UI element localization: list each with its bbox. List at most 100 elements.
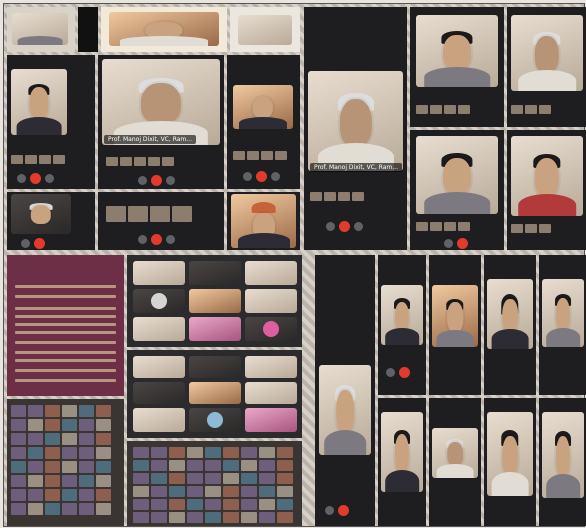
participant-shoulders: [385, 469, 419, 492]
video-tile: [233, 85, 293, 129]
participant-grid: [133, 447, 293, 523]
video-tile: [542, 412, 584, 498]
mini-tile: [444, 105, 456, 114]
mini-tile: [511, 224, 523, 233]
meet-screen-g: [410, 7, 504, 127]
mini-tile: [416, 222, 428, 231]
participant-face: [30, 205, 52, 225]
end-call-button[interactable]: [151, 234, 162, 245]
participant-face: [394, 301, 410, 331]
mic-button[interactable]: [444, 239, 453, 248]
end-call-button[interactable]: [457, 238, 468, 249]
participant-face: [339, 99, 372, 147]
mini-tile: [106, 157, 118, 166]
participant-face: [447, 442, 463, 466]
screen-top-3: [101, 7, 227, 52]
mic-button[interactable]: [386, 368, 395, 377]
mic-button[interactable]: [325, 506, 334, 515]
participant-strip: [511, 105, 551, 114]
mini-tile: [458, 222, 470, 231]
participant-face: [336, 390, 354, 434]
participant-face: [447, 302, 463, 333]
end-call-button[interactable]: [339, 221, 350, 232]
video-tile: [133, 289, 185, 313]
banner-text-line: [15, 315, 116, 318]
participant-face: [140, 83, 182, 125]
video-tile: [416, 15, 498, 87]
end-call-button[interactable]: [34, 238, 45, 249]
camera-button[interactable]: [271, 172, 280, 181]
mini-tile: [275, 151, 287, 160]
banner-text-line: [15, 359, 116, 362]
phone-screen-8: [484, 398, 536, 526]
mic-button[interactable]: [243, 172, 252, 181]
call-controls: [138, 175, 175, 186]
participant-strip: [416, 105, 470, 114]
call-controls: [325, 505, 349, 516]
video-tile: [542, 279, 584, 347]
mini-tile: [352, 192, 364, 201]
mini-tile: [172, 206, 192, 222]
participant-face: [252, 97, 274, 119]
meet-screen-j: [507, 130, 586, 250]
meet-screen-c: [7, 192, 95, 250]
participant-face: [145, 21, 183, 38]
video-tile: [11, 69, 67, 135]
mic-button[interactable]: [138, 176, 147, 185]
participant-strip: [106, 157, 174, 166]
meet-screen-d: [98, 192, 224, 250]
collage-frame: Prof. Manoj Dixit, VC, Ram... Prof. Mano…: [3, 3, 586, 527]
main-speaker-tile: [308, 71, 403, 171]
participant-turban: [251, 201, 276, 214]
participant-shoulders: [546, 473, 580, 498]
end-call-button[interactable]: [30, 173, 41, 184]
participant-face: [555, 436, 571, 478]
end-call-button[interactable]: [399, 367, 410, 378]
meet-screen-h: [507, 7, 586, 127]
video-tile: [319, 365, 371, 455]
mic-button[interactable]: [326, 222, 335, 231]
participant-face: [534, 158, 560, 197]
video-tile: [432, 428, 478, 478]
camera-button[interactable]: [166, 235, 175, 244]
mic-button[interactable]: [17, 174, 26, 183]
participant-face: [502, 298, 518, 333]
participant-shoulders: [424, 66, 490, 87]
top-bar: [315, 255, 375, 265]
end-call-button[interactable]: [256, 171, 267, 182]
mini-tile: [430, 105, 442, 114]
participant-shoulders: [120, 36, 208, 46]
mini-tile: [247, 151, 259, 160]
camera-button[interactable]: [354, 222, 363, 231]
participant-shoulders: [518, 69, 576, 91]
call-controls: [138, 234, 175, 245]
phone-screen-4: [484, 255, 536, 395]
video-tile: [11, 194, 71, 234]
participant-shoulders: [239, 116, 287, 129]
participant-shoulders: [16, 116, 62, 135]
end-call-button[interactable]: [151, 175, 162, 186]
mic-button[interactable]: [138, 235, 147, 244]
phone-screen-6: [378, 398, 426, 526]
participant-strip: [416, 222, 470, 231]
mic-button[interactable]: [21, 239, 30, 248]
video-tile: [238, 15, 292, 45]
participant-face: [534, 36, 560, 73]
video-tile: [133, 382, 185, 404]
mini-tile: [106, 206, 126, 222]
mini-tile: [458, 105, 470, 114]
screen-top-2: [78, 7, 98, 52]
participant-shape: [17, 36, 63, 45]
mini-tile: [134, 157, 146, 166]
camera-button[interactable]: [166, 176, 175, 185]
screen-top-4: [230, 7, 300, 52]
end-call-button[interactable]: [338, 505, 349, 516]
participant-strip: [511, 224, 551, 233]
phone-screen-1: [315, 255, 375, 526]
camera-button[interactable]: [45, 174, 54, 183]
video-tile: [12, 13, 68, 45]
video-tile: [133, 317, 185, 341]
participant-shoulders: [491, 329, 529, 349]
mini-tile: [11, 155, 23, 164]
zoom-gallery-2: [127, 350, 302, 438]
